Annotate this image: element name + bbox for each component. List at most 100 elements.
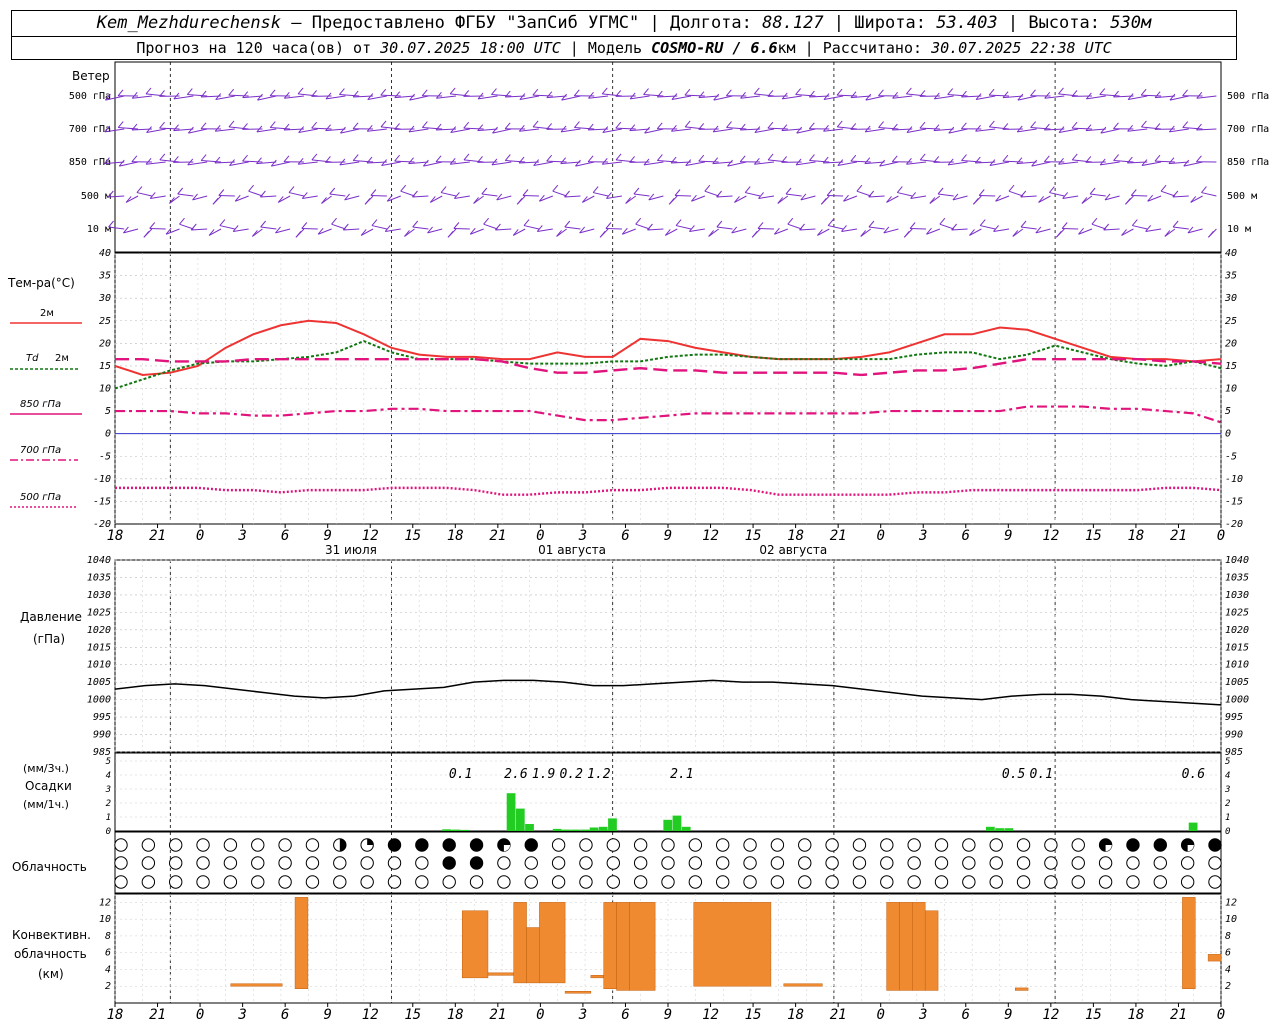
- cloud-symbol: [770, 856, 785, 870]
- wind-barb: [1062, 227, 1079, 230]
- temp-ytick-left: 25: [99, 316, 111, 327]
- cloud-symbols: [114, 838, 1222, 889]
- wind-barb: [615, 159, 636, 163]
- temp-title: Тем-ра(°C): [7, 276, 75, 290]
- wind-level-label-right: 10 м: [1227, 224, 1251, 235]
- cloud-symbol: [305, 856, 320, 870]
- precip-bar: [515, 808, 525, 831]
- x-tick-label: 3: [237, 528, 246, 544]
- wind-barb: [961, 160, 982, 163]
- cloud-symbol: [1208, 838, 1222, 852]
- temp-ytick-right: 15: [1225, 361, 1237, 372]
- temp-ytick-left: -15: [93, 496, 111, 507]
- conv-bar: [513, 902, 527, 984]
- wind-barb: [665, 228, 678, 236]
- wind-barb-feather: [698, 91, 705, 98]
- wind-barb: [1201, 192, 1217, 197]
- wind-barb-feather: [615, 153, 622, 161]
- pressure-ytick-right: 1020: [1225, 625, 1249, 636]
- wind-barb-feather: [850, 91, 857, 98]
- precip-bar: [506, 793, 516, 831]
- wind-barb: [533, 126, 553, 130]
- wind-barb: [1160, 190, 1176, 197]
- temp-ytick-right: 30: [1224, 293, 1237, 304]
- wind-barb-feather: [440, 186, 447, 193]
- wind-barb-feather: [288, 186, 295, 193]
- wind-barb: [440, 192, 457, 197]
- wind-barb: [1020, 226, 1037, 230]
- x-tick-label: 15: [745, 528, 762, 544]
- wind-barb-feather: [826, 189, 833, 196]
- wind-barb-feather: [629, 124, 636, 131]
- wind-barb-feather: [675, 219, 682, 226]
- wind-barb: [1020, 195, 1037, 198]
- wind-barb-feather: [394, 154, 400, 162]
- pressure-ytick-left: 1010: [87, 660, 111, 671]
- wind-barb: [1113, 160, 1134, 163]
- x-tick-label: 15: [404, 528, 421, 544]
- cloud-symbol: [579, 838, 593, 852]
- wind-barb: [1172, 195, 1189, 198]
- wind-barb-feather: [767, 153, 774, 161]
- wind-barb-feather: [329, 187, 336, 195]
- wind-barb: [799, 228, 816, 231]
- wind-barb: [768, 159, 788, 163]
- wind-barb-feather: [200, 122, 207, 130]
- cloud-symbol: [770, 838, 785, 852]
- wind-barb-feather: [698, 154, 705, 162]
- wind-level-label-right: 700 гПа: [1227, 124, 1269, 135]
- wind-barb-feather: [532, 120, 539, 128]
- wind-barb-feather: [573, 89, 580, 97]
- conv-bar: [526, 927, 540, 984]
- wind-barb-feather: [400, 184, 407, 192]
- wind-barb: [298, 93, 318, 97]
- wind-barb: [187, 94, 208, 97]
- conv-ytick-right: 2: [1225, 981, 1231, 992]
- cloud-symbol: [989, 856, 1003, 870]
- wind-barb-feather: [684, 88, 691, 96]
- wind-barb: [754, 93, 775, 97]
- wind-barb-feather: [1008, 184, 1015, 192]
- wind-barb: [400, 190, 415, 197]
- wind-barb-feather: [601, 87, 608, 95]
- wind-barb: [886, 195, 899, 203]
- wind-barb-feather: [909, 222, 916, 229]
- wind-barb-feather: [149, 222, 156, 229]
- wind-barb-feather: [421, 121, 428, 128]
- x-tick-label: 12: [362, 528, 379, 544]
- wind-barb: [339, 94, 360, 97]
- wind-barb-feather: [295, 230, 302, 238]
- wind-barb: [380, 94, 401, 97]
- wind-barb: [919, 127, 940, 130]
- wind-level-label-left: 850 гПа: [69, 157, 111, 168]
- cloud-symbol: [798, 875, 812, 889]
- pressure-ytick-left: 1040: [87, 555, 111, 566]
- x-tick-label: 3: [237, 1007, 246, 1023]
- wind-barb: [605, 227, 622, 230]
- wind-barb-feather: [587, 155, 594, 163]
- wind-barb-feather: [1030, 89, 1036, 97]
- wind-barb: [734, 195, 747, 203]
- cloud-symbol: [497, 875, 511, 889]
- wind-barb-feather: [972, 197, 979, 205]
- pressure-ytick-right: 990: [1225, 730, 1243, 741]
- wind-barb: [1071, 127, 1092, 130]
- precip-ytick-left: 1: [106, 813, 111, 823]
- wind-barb: [1058, 93, 1079, 97]
- x-tick-label: 0: [196, 1007, 204, 1023]
- wind-barb-feather: [564, 220, 571, 228]
- wind-barb: [906, 93, 927, 97]
- wind-barb-feather: [978, 189, 985, 196]
- conv-bar: [564, 991, 592, 994]
- pressure-ytick-left: 995: [93, 712, 111, 723]
- wind-barb: [136, 192, 152, 197]
- wind-barb-feather: [809, 154, 815, 161]
- cloud-symbol: [1071, 875, 1085, 889]
- legend-td-label-a: Td: [26, 353, 39, 364]
- wind-barb-feather: [297, 87, 304, 95]
- wind-barb-feather: [599, 230, 606, 238]
- conv-bar: [1207, 954, 1222, 962]
- wind-barb: [208, 228, 222, 236]
- wind-barb: [745, 192, 761, 197]
- temp-ytick-left: 35: [98, 271, 111, 282]
